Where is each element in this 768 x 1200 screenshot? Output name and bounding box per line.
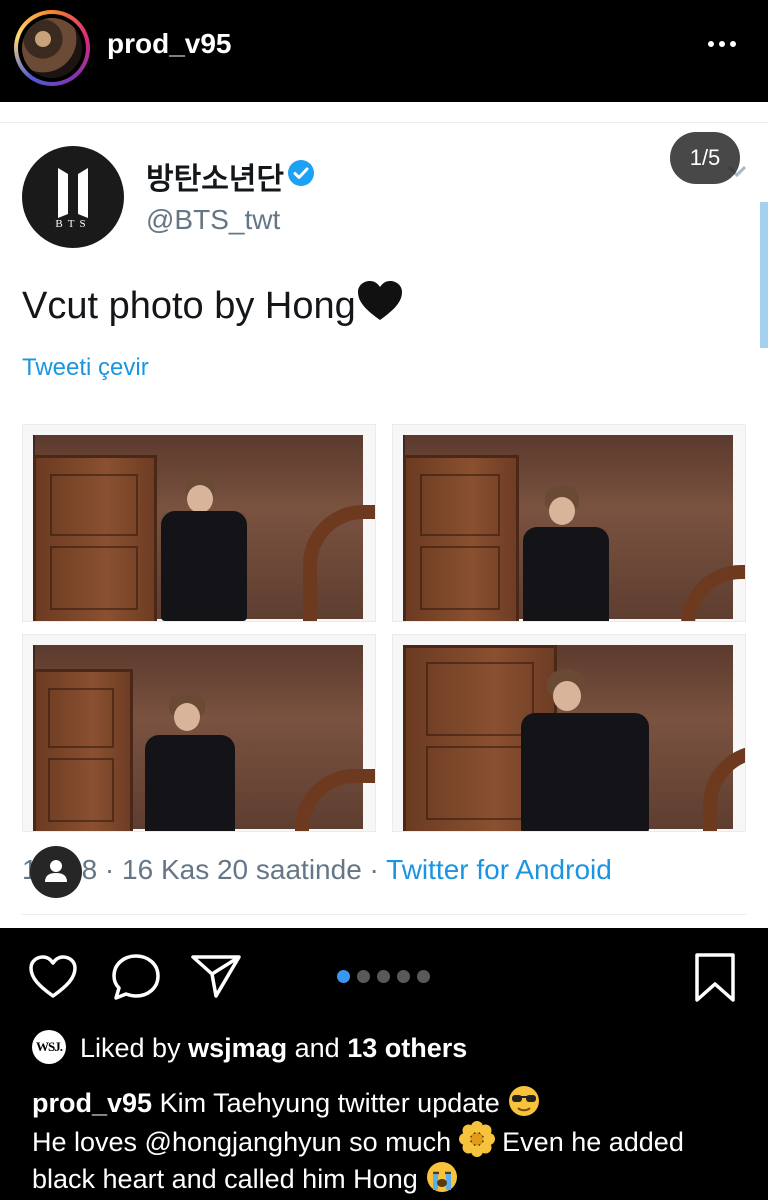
tweet-display-name: 방탄소년단	[146, 163, 284, 196]
tweet-text: Vcut photo by Hong	[22, 280, 404, 328]
dot	[730, 41, 736, 47]
tweet-photo-3[interactable]	[22, 634, 376, 832]
suit	[161, 511, 247, 621]
blossom-emoji-icon	[458, 1121, 495, 1157]
door-panel	[50, 546, 138, 610]
more-horizontal-icon[interactable]	[708, 34, 738, 54]
divider	[22, 914, 746, 915]
post-username[interactable]: prod_v95	[107, 28, 232, 60]
bts-logo: BTS	[22, 146, 124, 248]
caption-line2a: He loves @hongjanghyun so much	[32, 1127, 459, 1157]
door-panel	[420, 474, 500, 536]
carousel-dot	[357, 970, 370, 983]
liked-by-others[interactable]: 13 others	[347, 1033, 467, 1063]
suit	[145, 735, 235, 831]
send-icon[interactable]	[190, 952, 242, 1000]
stair-rail	[295, 769, 375, 831]
carousel-dot-active	[337, 970, 350, 983]
translate-tweet-link[interactable]: Tweeti çevir	[22, 354, 149, 382]
tweet-photo-4[interactable]	[392, 634, 746, 832]
carousel-dots	[337, 970, 430, 983]
door-panel	[50, 474, 138, 536]
user-tag-icon[interactable]	[30, 846, 82, 898]
tweet-image: BTS 방탄소년단 @BTS_twt 1/5 Vcut photo by Hon…	[0, 102, 768, 928]
caption-username[interactable]: prod_v95	[32, 1088, 152, 1118]
face	[174, 703, 200, 731]
bookmark-icon[interactable]	[692, 952, 738, 1004]
meta-time: 8 · 16 Kas 20 saatinde ·	[81, 854, 387, 885]
dot	[719, 41, 725, 47]
liked-by-prefix: Liked by	[80, 1033, 189, 1063]
face	[553, 681, 581, 711]
door	[403, 455, 519, 621]
carousel-dot	[397, 970, 410, 983]
stair-rail	[681, 565, 745, 621]
tweet-source-link[interactable]: Twitter for Android	[386, 854, 612, 885]
post-header: prod_v95	[0, 0, 768, 102]
tweet-text-content: Vcut photo by Hong	[22, 285, 356, 327]
photo-image	[403, 645, 745, 831]
photo-image	[33, 435, 375, 621]
loudly-crying-emoji-icon	[427, 1162, 458, 1192]
door-panel	[426, 662, 534, 736]
verified-badge-icon	[288, 160, 314, 186]
stair-rail	[303, 505, 375, 621]
door-panel	[48, 758, 114, 822]
liked-by-text[interactable]: Liked by wsjmag and 13 others	[80, 1033, 467, 1064]
bts-logo-text: BTS	[55, 218, 91, 230]
tweet-meta: 18 · 16 Kas 20 saatinde · Twitter for An…	[22, 854, 612, 886]
caption-line1: Kim Taehyung twitter update	[152, 1088, 508, 1118]
face	[549, 497, 575, 525]
avatar-border	[18, 14, 86, 82]
avatar-image	[22, 18, 82, 78]
carousel-dot	[377, 970, 390, 983]
liked-by-user[interactable]: wsjmag	[188, 1033, 287, 1063]
heart-icon[interactable]	[28, 954, 78, 1000]
person-icon	[45, 860, 67, 882]
tweet-photo-1[interactable]	[22, 424, 376, 622]
door	[33, 669, 133, 831]
photo-image	[33, 645, 375, 831]
tweet-handle: @BTS_twt	[146, 204, 281, 235]
face	[187, 485, 213, 513]
carousel-dot	[417, 970, 430, 983]
liker-avatar[interactable]: WSJ.	[32, 1030, 66, 1064]
profile-avatar[interactable]	[14, 10, 90, 86]
carousel-counter-badge: 1/5	[670, 132, 740, 184]
comment-icon[interactable]	[110, 952, 162, 1002]
sunglasses-emoji-icon	[509, 1086, 540, 1116]
suit	[523, 527, 609, 621]
door-panel	[48, 688, 114, 748]
divider	[0, 122, 768, 123]
photo-image	[403, 435, 745, 621]
stair-rail	[703, 745, 745, 831]
liked-by-middle: and	[287, 1033, 348, 1063]
door	[33, 455, 157, 621]
post-caption: prod_v95 Kim Taehyung twitter update He …	[32, 1084, 752, 1197]
tweet-photo-2[interactable]	[392, 424, 746, 622]
black-heart-icon	[357, 281, 402, 320]
dot	[708, 41, 714, 47]
suit	[521, 713, 649, 831]
scroll-indicator	[760, 202, 768, 348]
door-panel	[426, 746, 534, 820]
door-panel	[420, 546, 500, 610]
bts-logo-mark-icon	[58, 168, 88, 218]
